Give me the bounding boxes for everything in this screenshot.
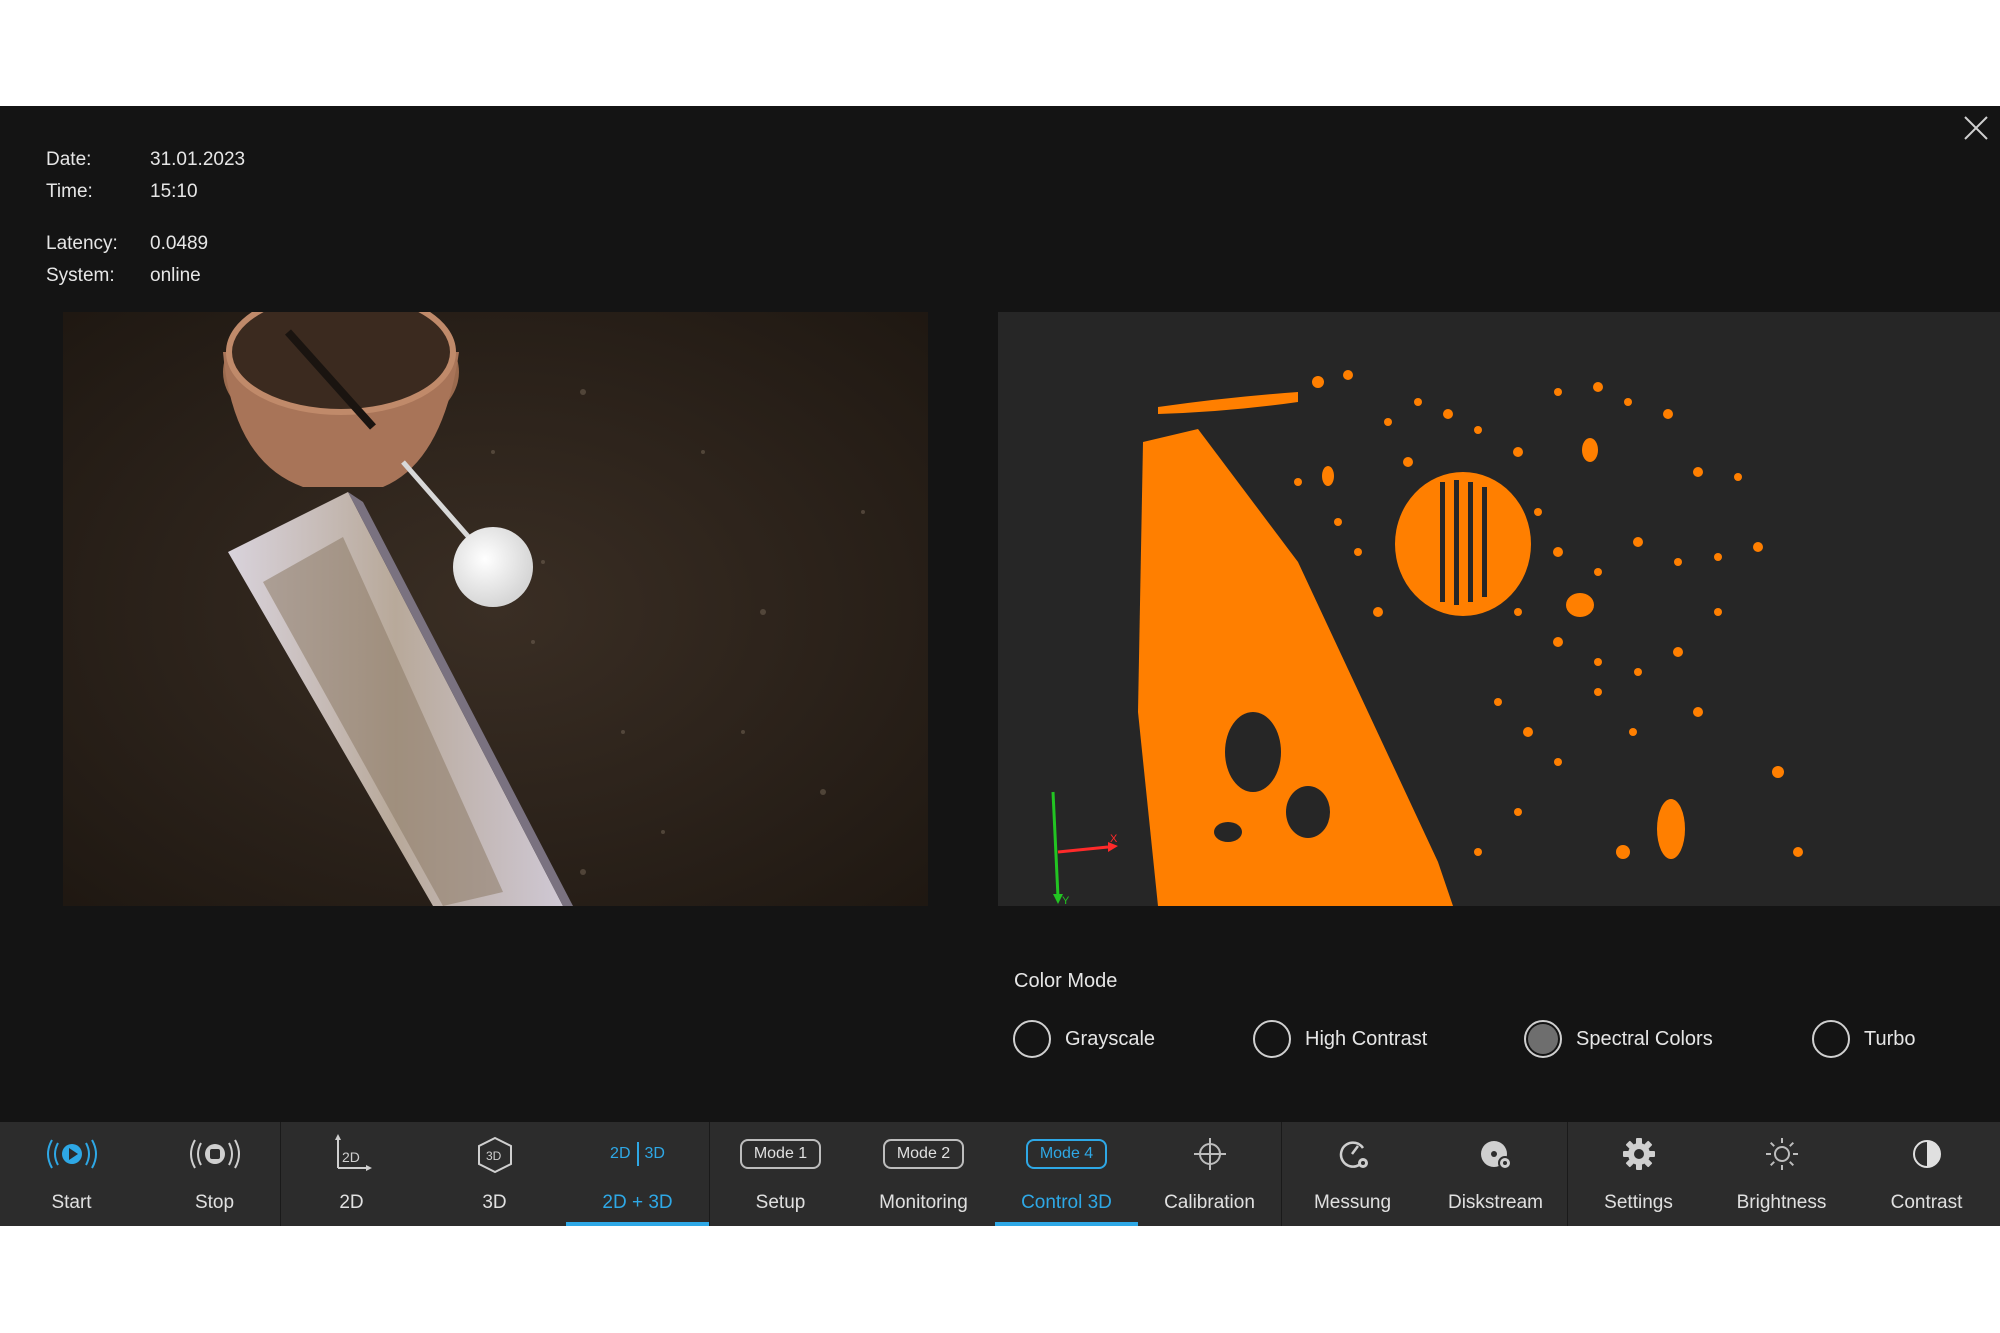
icon-text: 3D — [644, 1145, 665, 1162]
icon-text: 3D — [486, 1149, 502, 1163]
radio-label: Grayscale — [1065, 1027, 1156, 1050]
date-label: Date: — [46, 149, 92, 170]
3d-cube-icon: 3D — [477, 1136, 512, 1174]
x-axis-label: X — [1110, 833, 1118, 845]
brightness-button[interactable]: Brightness — [1710, 1122, 1853, 1226]
diskstream-button[interactable]: Diskstream — [1424, 1122, 1567, 1226]
toolbar-label: Messung — [1313, 1192, 1392, 1213]
radio-circle[interactable] — [1812, 1020, 1850, 1058]
color-mode-high-contrast[interactable]: High Contrast — [1253, 1016, 1427, 1062]
messung-button[interactable]: Messung — [1281, 1122, 1424, 1226]
radio-label: Spectral Colors — [1576, 1027, 1713, 1050]
calibration-button[interactable]: Calibration — [1138, 1122, 1281, 1226]
control-3d-button[interactable]: Mode 4 Control 3D — [995, 1122, 1138, 1226]
system-info: Latency: 0.0489 System: online — [46, 228, 208, 292]
time-value: 15:10 — [150, 181, 198, 202]
toolbar-label: Start — [51, 1192, 92, 1213]
setup-button[interactable]: Mode 1 Setup — [709, 1122, 852, 1226]
toolbar-label: 2D + 3D — [602, 1192, 673, 1213]
system-value: online — [150, 265, 201, 286]
radio-circle[interactable] — [1013, 1020, 1051, 1058]
latency-label: Latency: — [46, 233, 118, 254]
2d-view-button[interactable]: 2D 2D — [280, 1122, 423, 1226]
toolbar-label: Settings — [1604, 1192, 1673, 1213]
mode-badge: Mode 1 — [739, 1139, 822, 1169]
y-axis-label: Y — [1062, 895, 1070, 906]
color-mode-grayscale[interactable]: Grayscale — [1013, 1016, 1155, 1062]
radio-label: Turbo — [1864, 1027, 1916, 1050]
play-circle-icon — [46, 1139, 97, 1169]
toolbar-label: Calibration — [1164, 1192, 1255, 1213]
disk-icon — [1480, 1141, 1512, 1170]
toolbar-label: Stop — [194, 1192, 235, 1213]
icon-text: 2D — [610, 1145, 631, 1162]
latency-value: 0.0489 — [150, 233, 209, 254]
gear-icon — [1622, 1138, 1655, 1170]
stop-button[interactable]: Stop — [143, 1122, 286, 1226]
2d-3d-view-button[interactable]: 2D 3D 2D + 3D — [566, 1122, 709, 1226]
icon-text: 2D — [342, 1149, 360, 1165]
toolbar-label: Control 3D — [1021, 1192, 1112, 1213]
date-value: 31.01.2023 — [150, 149, 246, 170]
2d-axes-icon: 2D — [334, 1134, 372, 1171]
camera-2d-view[interactable] — [63, 312, 928, 906]
radio-circle[interactable] — [1524, 1020, 1562, 1058]
datetime-info: Date: 31.01.2023 Time: 15:10 — [46, 144, 245, 208]
toolbar-label: Setup — [755, 1192, 806, 1213]
toolbar-label: 3D — [482, 1192, 507, 1213]
toolbar-label: 2D — [339, 1192, 364, 1213]
2d-3d-icon: 2D 3D — [610, 1142, 665, 1166]
contrast-icon — [1912, 1140, 1941, 1168]
bottom-toolbar: Start Stop 2D 2D 3D 3D 2D 3D 2D + 3D Mod… — [0, 1122, 2000, 1226]
system-label: System: — [46, 265, 115, 286]
viewer-window: Date: 31.01.2023 Time: 15:10 Latency: 0.… — [0, 106, 2000, 1226]
sun-icon — [1765, 1138, 1798, 1170]
close-icon[interactable] — [1960, 112, 1992, 144]
stop-circle-icon — [189, 1139, 240, 1169]
start-button[interactable]: Start — [0, 1122, 143, 1226]
toolbar-label: Brightness — [1736, 1192, 1827, 1213]
toolbar-label: Diskstream — [1447, 1192, 1543, 1213]
radio-label: High Contrast — [1305, 1027, 1428, 1050]
time-label: Time: — [46, 181, 93, 202]
color-mode-label: Color Mode — [1014, 970, 1118, 992]
crosshair-icon — [1193, 1138, 1226, 1170]
settings-button[interactable]: Settings — [1567, 1122, 1710, 1226]
monitoring-button[interactable]: Mode 2 Monitoring — [852, 1122, 995, 1226]
color-mode-spectral-colors[interactable]: Spectral Colors — [1524, 1016, 1713, 1062]
pointcloud-3d-view[interactable]: X Y — [998, 312, 2000, 906]
3d-view-button[interactable]: 3D 3D — [423, 1122, 566, 1226]
gauge-icon — [1339, 1141, 1368, 1168]
radio-circle[interactable] — [1253, 1020, 1291, 1058]
contrast-button[interactable]: Contrast — [1853, 1122, 2000, 1226]
mode-badge: Mode 2 — [882, 1139, 965, 1169]
toolbar-label: Monitoring — [879, 1192, 968, 1213]
toolbar-label: Contrast — [1890, 1192, 1963, 1213]
mode-badge: Mode 4 — [1025, 1139, 1108, 1169]
color-mode-turbo[interactable]: Turbo — [1812, 1016, 1916, 1062]
